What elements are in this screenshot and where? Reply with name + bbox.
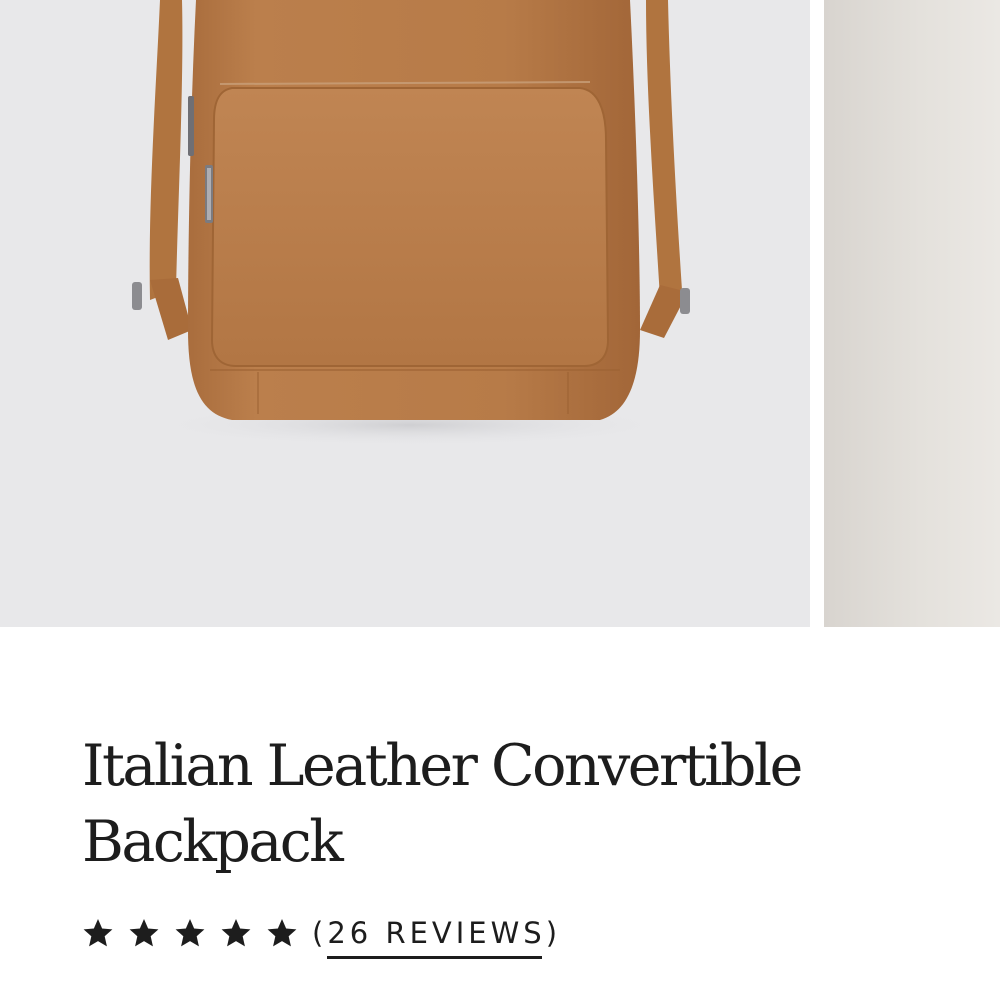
star-icon — [174, 917, 206, 949]
product-page: Italian Leather Convertible Backpack (26… — [0, 0, 1000, 1000]
backpack-photo — [0, 0, 810, 627]
product-image-carousel[interactable] — [0, 0, 1000, 627]
reviews-link[interactable]: (26 REVIEWS) — [312, 916, 562, 959]
rating-row: (26 REVIEWS) — [82, 913, 562, 959]
reviews-close-paren: ) — [545, 916, 562, 950]
reviews-count-label: 26 REVIEWS — [327, 916, 546, 959]
product-image-next[interactable] — [824, 0, 1000, 627]
product-title: Italian Leather Convertible Backpack — [82, 733, 803, 875]
star-icon — [128, 917, 160, 949]
star-icon — [266, 917, 298, 949]
product-info: Italian Leather Convertible Backpack (26… — [82, 728, 942, 959]
star-icon — [220, 917, 252, 949]
star-icon — [82, 917, 114, 949]
product-image-main[interactable] — [0, 0, 810, 627]
star-rating — [82, 917, 312, 949]
reviews-open-paren: ( — [312, 916, 328, 950]
